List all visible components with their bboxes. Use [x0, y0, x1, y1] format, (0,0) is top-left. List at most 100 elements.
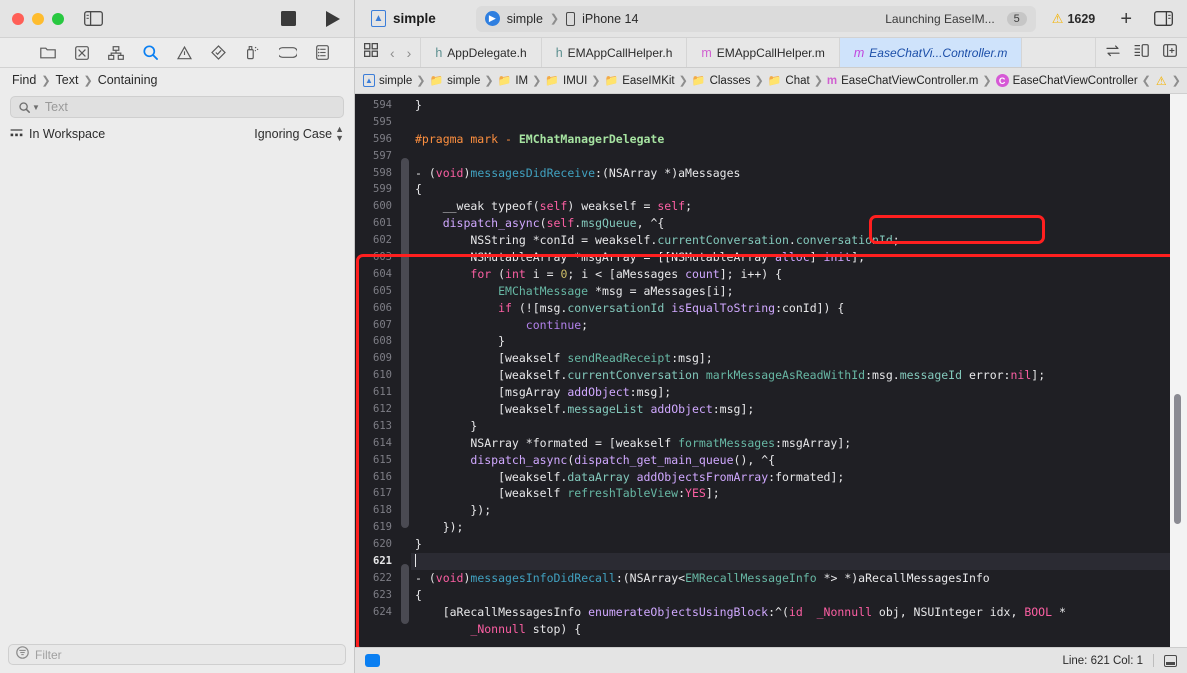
debug-panel-icon[interactable] — [1164, 655, 1177, 667]
code-line[interactable]: NSString *conId = weakself.currentConver… — [411, 232, 1187, 249]
code-line[interactable]: [aRecallMessagesInfo enumerateObjectsUsi… — [411, 604, 1187, 621]
breadcrumb-item[interactable]: 📁IM — [498, 74, 528, 87]
find-scope-containing[interactable]: Containing — [98, 73, 158, 87]
code-line[interactable]: } — [411, 536, 1187, 553]
fold-ribbon[interactable] — [401, 396, 409, 474]
code-line[interactable]: [weakself.messageList addObject:msg]; — [411, 401, 1187, 418]
code-line[interactable]: continue; — [411, 317, 1187, 334]
find-scope-find[interactable]: Find — [12, 73, 36, 87]
code-line[interactable]: { — [411, 181, 1187, 198]
breadcrumb-item[interactable]: 📁EaseIMKit — [605, 74, 675, 87]
code-line[interactable] — [411, 553, 1187, 570]
code-line[interactable]: [weakself refreshTableView:YES]; — [411, 485, 1187, 502]
code-line[interactable]: { — [411, 587, 1187, 604]
breadcrumb-item[interactable]: 📁IMUI — [545, 74, 587, 87]
scrollbar-thumb[interactable] — [1174, 394, 1181, 524]
folder-icon[interactable] — [40, 46, 56, 59]
code-area[interactable]: 5945955965975985996006016026036046056066… — [355, 94, 1187, 647]
issue-warning-icon[interactable] — [177, 46, 192, 60]
source-editor[interactable]: 5945955965975985996006016026036046056066… — [355, 94, 1187, 647]
report-list-icon[interactable] — [316, 45, 329, 60]
case-option-button[interactable]: Ignoring Case ▲▼ — [254, 125, 344, 143]
code-line[interactable]: [weakself sendReadReceipt:msg]; — [411, 350, 1187, 367]
fold-ribbon[interactable] — [401, 564, 409, 624]
code-line[interactable]: } — [411, 333, 1187, 350]
activity-chip[interactable] — [365, 654, 380, 667]
code-text[interactable]: } #pragma mark - EMChatManagerDelegate -… — [411, 94, 1187, 647]
code-line[interactable]: _Nonnull stop) { — [411, 621, 1187, 638]
breakpoint-tag-icon[interactable] — [279, 47, 297, 58]
breadcrumb-item[interactable]: 📁Chat — [768, 74, 810, 87]
code-line[interactable] — [411, 148, 1187, 165]
code-line[interactable]: NSMutableArray *msgArray = [[NSMutableAr… — [411, 249, 1187, 266]
breadcrumb-issue-nav[interactable]: ❮ ⚠ ❯ — [1142, 74, 1181, 88]
workspace-scope-button[interactable]: In Workspace — [10, 127, 105, 141]
code-line[interactable]: [weakself.dataArray addObjectsFromArray:… — [411, 469, 1187, 486]
inspector-toggle-icon[interactable] — [1154, 11, 1173, 26]
code-line[interactable]: - (void)messagesInfoDidRecall:(NSArray<E… — [411, 570, 1187, 587]
warning-icon[interactable]: ⚠ — [1156, 74, 1167, 88]
breadcrumb-item[interactable]: 📁simple — [429, 74, 480, 87]
debug-spray-icon[interactable] — [245, 45, 260, 60]
code-line[interactable]: for (int i = 0; i < [aMessages count]; i… — [411, 266, 1187, 283]
search-results-list[interactable] — [0, 149, 354, 638]
code-line[interactable]: - (void)messagesDidReceive:(NSArray *)aM… — [411, 165, 1187, 182]
destination-name[interactable]: iPhone 14 — [582, 12, 638, 26]
code-line[interactable]: [msgArray addObject:msg]; — [411, 384, 1187, 401]
code-line[interactable]: if (![msg.conversationId isEqualToString… — [411, 300, 1187, 317]
code-line[interactable]: dispatch_async(self.msgQueue, ^{ — [411, 215, 1187, 232]
run-icon[interactable] — [326, 11, 340, 27]
code-line[interactable]: #pragma mark - EMChatManagerDelegate — [411, 131, 1187, 148]
scheme-icon[interactable]: ▶ — [485, 11, 500, 26]
source-control-icon[interactable] — [75, 46, 89, 60]
find-scope-text[interactable]: Text — [56, 73, 79, 87]
search-input[interactable]: ▼ Text — [10, 96, 344, 118]
compare-versions-icon[interactable] — [1106, 44, 1120, 62]
code-line[interactable]: } — [411, 418, 1187, 435]
editor-tab[interactable]: mEMAppCallHelper.m — [687, 38, 839, 67]
fold-ribbon[interactable] — [401, 294, 409, 372]
zoom-button[interactable] — [52, 13, 64, 25]
chevron-left-icon[interactable]: ❮ — [1142, 74, 1151, 87]
test-diamond-icon[interactable] — [211, 45, 226, 60]
add-editor-button[interactable]: + — [1120, 9, 1132, 29]
code-line[interactable]: dispatch_async(dispatch_get_main_queue()… — [411, 452, 1187, 469]
minimize-button[interactable] — [32, 13, 44, 25]
filter-input[interactable]: Filter — [8, 644, 346, 665]
breadcrumb-item[interactable]: CEaseChatViewController — [996, 74, 1138, 87]
editor-tab[interactable]: hEMAppCallHelper.h — [542, 38, 688, 67]
symbol-hierarchy-icon[interactable] — [108, 46, 124, 60]
close-button[interactable] — [12, 13, 24, 25]
code-token: id — [789, 605, 803, 619]
sidebar-toggle-icon[interactable] — [84, 11, 103, 26]
code-line[interactable]: __weak typeof(self) weakself = self; — [411, 198, 1187, 215]
add-editor-icon[interactable] — [1163, 44, 1177, 62]
editor-tab[interactable]: hAppDelegate.h — [421, 38, 541, 67]
code-line[interactable]: } — [411, 97, 1187, 114]
stepper-icon[interactable]: ▲▼ — [335, 125, 344, 143]
code-line[interactable]: }); — [411, 502, 1187, 519]
search-icon[interactable] — [143, 45, 158, 60]
chevron-down-icon[interactable]: ▼ — [32, 103, 40, 112]
breadcrumb-item[interactable]: mEaseChatViewController.m — [827, 75, 978, 87]
editor-tab[interactable]: mEaseChatVi...Controller.m — [840, 38, 1022, 67]
scheme-name[interactable]: simple — [507, 12, 543, 26]
code-line[interactable]: [weakself.currentConversation markMessag… — [411, 367, 1187, 384]
find-scope-breadcrumb[interactable]: Find ❯ Text ❯ Containing — [0, 68, 354, 92]
code-line[interactable]: NSArray *formated = [weakself formatMess… — [411, 435, 1187, 452]
breadcrumb-item[interactable]: ▲simple — [363, 74, 412, 87]
editor-scrollbar[interactable] — [1174, 94, 1183, 647]
nav-back-button[interactable]: ‹ — [390, 45, 395, 61]
breadcrumb-item[interactable]: 📁Classes — [692, 74, 751, 87]
code-line[interactable]: }); — [411, 519, 1187, 536]
assistant-editor-icon[interactable] — [1134, 44, 1149, 62]
warning-indicator[interactable]: ⚠ 1629 — [1052, 12, 1095, 26]
nav-forward-button[interactable]: › — [407, 45, 412, 61]
project-chip[interactable]: ▲ simple — [365, 10, 436, 27]
stop-icon[interactable] — [281, 11, 296, 26]
code-line[interactable] — [411, 114, 1187, 131]
code-line[interactable]: EMChatMessage *msg = aMessages[i]; — [411, 283, 1187, 300]
code-fold-ribbon-column[interactable] — [399, 94, 411, 647]
tab-grid-icon[interactable] — [364, 43, 378, 62]
chevron-right-icon[interactable]: ❯ — [1172, 74, 1181, 87]
